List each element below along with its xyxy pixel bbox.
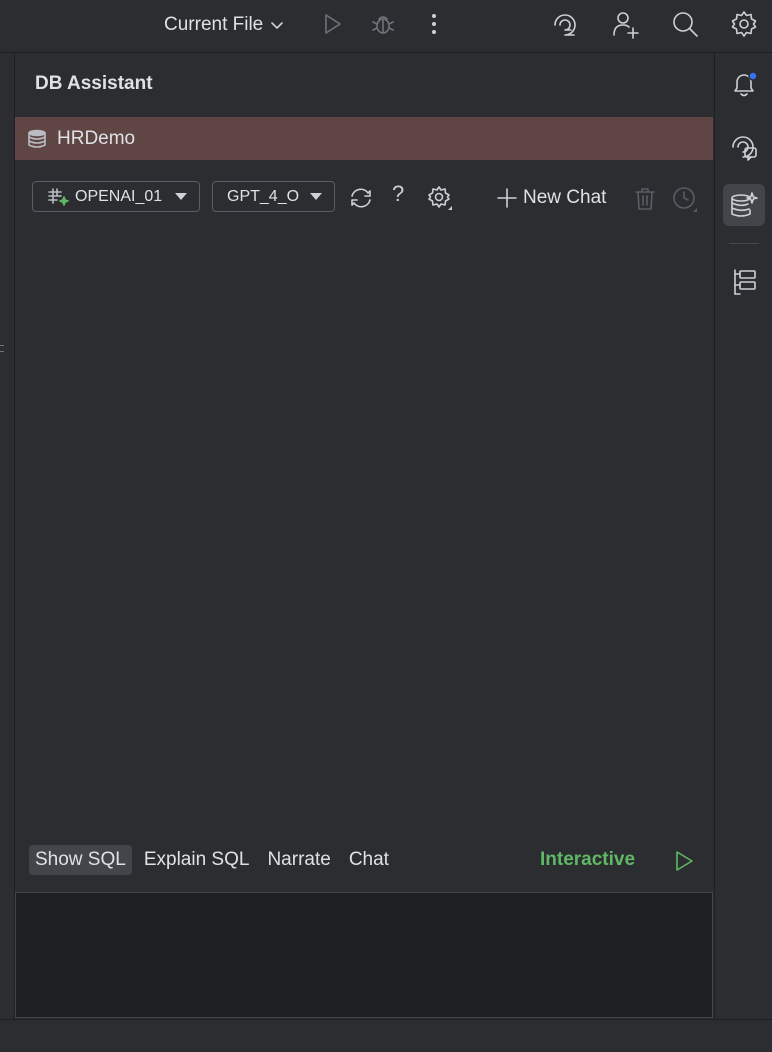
debug-icon[interactable] (370, 11, 396, 37)
connection-row[interactable]: HRDemo (15, 117, 713, 160)
plus-icon (497, 188, 517, 208)
structure-icon[interactable] (723, 261, 765, 303)
left-tool-strip (0, 53, 15, 1019)
status-bar (0, 1019, 772, 1052)
new-chat-label: New Chat (523, 187, 607, 208)
trash-icon[interactable] (634, 187, 656, 211)
mode-explain-sql[interactable]: Explain SQL (138, 845, 256, 875)
run-configuration-selector[interactable]: Current File (156, 9, 293, 41)
database-icon (27, 129, 47, 149)
provider-select[interactable]: OPENAI_01 (32, 181, 200, 212)
chat-history-area (15, 228, 713, 828)
resize-handle-line (0, 351, 4, 352)
mode-chat[interactable]: Chat (343, 845, 395, 875)
main-toolbar: Current File (0, 0, 772, 53)
refresh-icon[interactable] (348, 185, 374, 211)
help-icon[interactable]: ? (392, 181, 404, 207)
prompt-input[interactable] (15, 892, 713, 1018)
db-assistant-icon[interactable] (723, 184, 765, 226)
provider-value: OPENAI_01 (75, 187, 163, 205)
ai-chat-icon[interactable] (723, 126, 765, 168)
settings-gear-icon[interactable] (427, 185, 453, 211)
right-tool-stripe (714, 53, 772, 1019)
mode-narrate[interactable]: Narrate (261, 845, 336, 875)
ai-provider-icon (47, 187, 69, 207)
connection-name: HRDemo (57, 127, 136, 149)
mode-show-sql[interactable]: Show SQL (29, 844, 132, 875)
history-icon[interactable] (671, 186, 699, 214)
mode-selector: Show SQL Explain SQL Narrate Chat (29, 843, 395, 876)
add-user-icon[interactable] (611, 9, 641, 39)
resize-handle[interactable] (0, 345, 4, 346)
dropdown-arrow-icon (175, 193, 187, 200)
more-vertical-icon[interactable] (430, 12, 438, 36)
search-icon[interactable] (671, 10, 699, 38)
chevron-down-icon (269, 17, 285, 33)
interactive-toggle[interactable]: Interactive (540, 849, 635, 871)
ai-spiral-icon[interactable] (550, 10, 580, 40)
stripe-separator (729, 243, 759, 244)
run-configuration-label: Current File (164, 14, 264, 35)
db-assistant-panel: DB Assistant HRDemo OPENAI_01 GPT_4_O ? … (15, 53, 713, 1019)
model-value: GPT_4_O (227, 187, 300, 205)
panel-title: DB Assistant (35, 73, 153, 94)
send-run-icon[interactable] (673, 850, 695, 872)
dropdown-arrow-icon (310, 193, 322, 200)
new-chat-button[interactable]: New Chat (497, 184, 606, 212)
model-select[interactable]: GPT_4_O (212, 181, 335, 212)
run-icon[interactable] (320, 12, 344, 36)
gear-icon[interactable] (730, 10, 758, 38)
notifications-icon[interactable] (723, 64, 765, 106)
